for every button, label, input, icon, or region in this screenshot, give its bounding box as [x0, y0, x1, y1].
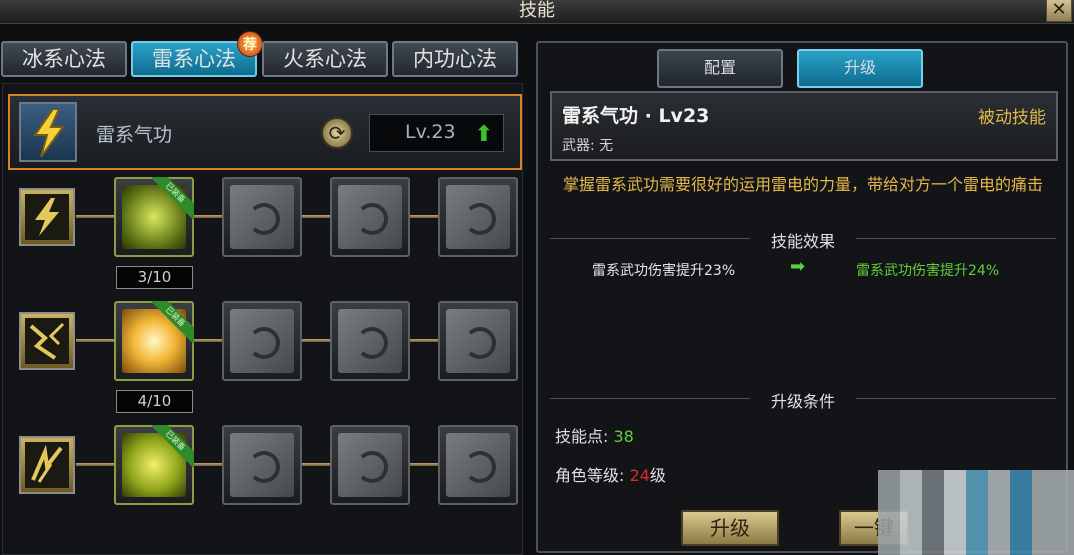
effect-current: 雷系武功伤害提升23% — [592, 263, 736, 279]
recommend-badge: 荐 — [237, 31, 263, 57]
skill-node-locked[interactable] — [438, 177, 518, 257]
up-arrow-icon[interactable]: ⬆ — [475, 122, 493, 147]
title-bar: 技能 ✕ — [0, 0, 1074, 24]
locked-book-icon — [230, 309, 294, 373]
requirements-section-header: 升级条件 — [550, 389, 1056, 411]
window-title: 技能 — [519, 0, 555, 21]
skill-progress: 3/10 — [116, 266, 193, 289]
skill-title: 雷系气功 · Lv23 — [562, 105, 710, 127]
arrow-right-icon: ➡ — [790, 256, 806, 277]
level-text: Lv.23 — [405, 121, 456, 143]
level-box: Lv.23 ⬆ — [369, 114, 504, 152]
skill-node-locked[interactable] — [222, 177, 302, 257]
tab-ice[interactable]: 冰系心法 — [1, 41, 127, 77]
skill-node-locked[interactable] — [438, 301, 518, 381]
tab-config[interactable]: 配置 — [657, 49, 783, 88]
tab-thunder-label: 雷系心法 — [152, 47, 236, 71]
locked-book-icon — [338, 309, 402, 373]
skill-node-learned[interactable]: 已装备 — [114, 301, 194, 381]
equipped-ribbon: 已装备 — [152, 177, 194, 219]
upgrade-button[interactable]: 升级 — [681, 510, 779, 546]
tab-fire[interactable]: 火系心法 — [262, 41, 388, 77]
skill-node-locked[interactable] — [222, 301, 302, 381]
equipped-ribbon: 已装备 — [152, 301, 194, 343]
skill-type: 被动技能 — [978, 108, 1046, 128]
role-level-row: 角色等级: 24级 — [555, 462, 666, 486]
shatter-icon — [19, 312, 75, 370]
locked-book-icon — [230, 185, 294, 249]
lightning-icon — [19, 102, 77, 162]
watermark-mosaic — [878, 470, 1074, 555]
locked-book-icon — [338, 185, 402, 249]
skill-node-locked[interactable] — [438, 425, 518, 505]
skill-node-locked[interactable] — [330, 301, 410, 381]
tab-ice-label: 冰系心法 — [22, 47, 106, 71]
claw-strike-icon — [19, 436, 75, 494]
skill-points-value: 38 — [613, 427, 634, 446]
locked-book-icon — [446, 309, 510, 373]
effect-next: 雷系武功伤害提升24% — [856, 263, 1000, 279]
skill-info-header: 雷系气功 · Lv23 被动技能 武器: 无 — [550, 91, 1058, 161]
locked-book-icon — [338, 433, 402, 497]
skill-description: 掌握雷系武功需要很好的运用雷电的力量，带给对方一个雷电的痛击 — [562, 175, 1043, 194]
locked-book-icon — [230, 433, 294, 497]
locked-book-icon — [446, 185, 510, 249]
skill-points-label: 技能点: — [555, 427, 609, 446]
close-button[interactable]: ✕ — [1046, 0, 1072, 22]
skill-node-locked[interactable] — [222, 425, 302, 505]
weapon-requirement: 武器: 无 — [562, 138, 614, 154]
skill-progress: 4/10 — [116, 390, 193, 413]
equipped-ribbon: 已装备 — [152, 425, 194, 467]
skill-node-locked[interactable] — [330, 425, 410, 505]
skill-node-locked[interactable] — [330, 177, 410, 257]
refresh-icon[interactable]: ⟳ — [321, 117, 353, 149]
effect-header: 技能效果 — [770, 232, 835, 251]
lightning-bolt-icon — [19, 188, 75, 246]
skill-window: 技能 ✕ 冰系心法 雷系心法荐 火系心法 内功心法 雷系气功 ⟳ Lv.23 ⬆… — [0, 0, 1074, 555]
selected-skill-name: 雷系气功 — [96, 124, 173, 146]
tab-inner-label: 内功心法 — [413, 47, 497, 71]
tab-fire-label: 火系心法 — [283, 47, 367, 71]
role-level-label: 角色等级: — [555, 466, 625, 485]
tab-inner[interactable]: 内功心法 — [392, 41, 518, 77]
skill-node-learned[interactable]: 已装备 — [114, 177, 194, 257]
effect-section-header: 技能效果 — [550, 229, 1056, 251]
skill-node-learned[interactable]: 已装备 — [114, 425, 194, 505]
tab-thunder[interactable]: 雷系心法荐 — [131, 31, 263, 77]
role-level-value: 24 — [629, 466, 650, 485]
locked-book-icon — [446, 433, 510, 497]
selected-skill-row[interactable]: 雷系气功 ⟳ Lv.23 ⬆ — [8, 94, 522, 170]
role-level-suffix: 级 — [649, 466, 666, 485]
skill-points-row: 技能点: 38 — [555, 423, 634, 447]
tab-upgrade[interactable]: 升级 — [797, 49, 923, 88]
requirements-header: 升级条件 — [770, 392, 835, 411]
